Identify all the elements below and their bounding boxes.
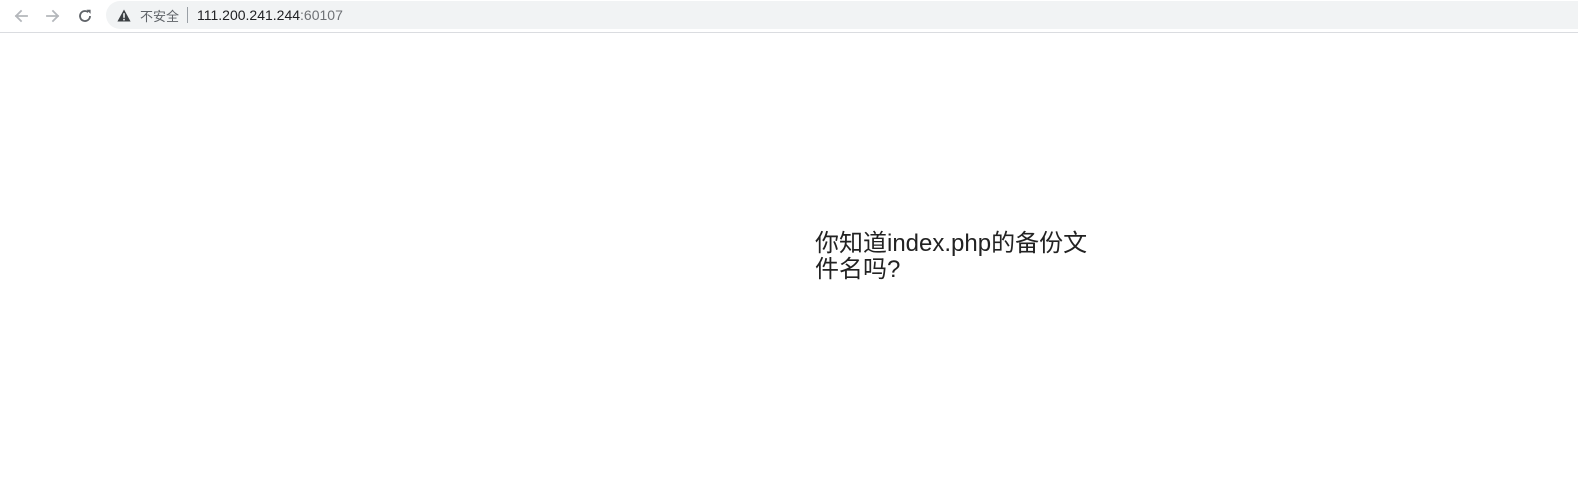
url-text[interactable]: 111.200.241.244:60107 bbox=[197, 7, 343, 23]
arrow-right-icon bbox=[45, 8, 61, 24]
warning-triangle-icon bbox=[117, 8, 131, 22]
back-button[interactable] bbox=[8, 3, 34, 29]
forward-button[interactable] bbox=[40, 3, 66, 29]
url-port: :60107 bbox=[300, 7, 343, 23]
security-chip[interactable]: 不安全 bbox=[106, 1, 179, 29]
browser-toolbar: 不安全 111.200.241.244:60107 bbox=[0, 0, 1578, 33]
address-bar[interactable]: 不安全 111.200.241.244:60107 bbox=[106, 1, 1578, 29]
arrow-left-icon bbox=[13, 8, 29, 24]
security-label: 不安全 bbox=[140, 8, 180, 24]
reload-icon bbox=[77, 8, 93, 24]
url-host: 111.200.241.244 bbox=[197, 7, 301, 23]
omnibox-divider bbox=[187, 7, 189, 23]
page-message: 你知道index.php的备份文件名吗? bbox=[815, 230, 1088, 283]
reload-button[interactable] bbox=[72, 3, 98, 29]
